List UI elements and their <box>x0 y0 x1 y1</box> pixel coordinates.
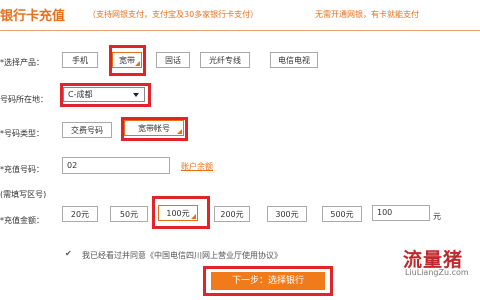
region-select-value: C-成都 <box>68 90 93 99</box>
region-label: 号码所在地： <box>0 95 48 104</box>
chevron-down-icon <box>133 93 139 97</box>
recharge-number-value: 02 <box>67 161 78 170</box>
amount-option-20[interactable]: 20元 <box>62 206 98 222</box>
product-option-mobile[interactable]: 手机 <box>62 52 98 68</box>
selected-corner-icon <box>177 129 182 134</box>
product-option-tv[interactable]: 电信电视 <box>270 52 318 68</box>
page-subtitle: （支持网银支付，支付宝及30多家银行卡支付） <box>88 10 259 19</box>
watermark-url: LiuLiangZu.com <box>405 268 469 277</box>
number-type-option-broadband-account-label: 宽带帐号 <box>138 124 170 133</box>
amount-unit: 元 <box>433 212 441 221</box>
selected-corner-icon <box>191 214 196 219</box>
amount-label: *充值金额： <box>0 216 44 225</box>
number-type-option-payment[interactable]: 交费号码 <box>62 122 112 138</box>
amount-option-100-label: 100元 <box>166 209 190 218</box>
amount-option-500[interactable]: 500元 <box>322 206 362 222</box>
header-note: 无需开通网银，有卡就能支付 <box>315 10 419 19</box>
product-option-fiber[interactable]: 光纤专线 <box>200 52 250 68</box>
recharge-number-label: *充值号码： <box>0 165 44 174</box>
account-balance-link[interactable]: 账户余额 <box>181 161 213 172</box>
selected-corner-icon <box>135 61 140 66</box>
number-type-label: *号码类型： <box>0 129 44 138</box>
agreement-checkbox[interactable]: ✔ <box>65 250 73 258</box>
product-option-broadband[interactable]: 宽带 <box>112 52 142 68</box>
product-option-landline[interactable]: 固话 <box>156 52 190 68</box>
amount-option-200[interactable]: 200元 <box>214 206 250 222</box>
amount-custom-value: 100 <box>377 208 393 217</box>
page-header: 银行卡充值 （支持网银支付，支付宝及30多家银行卡支付） 无需开通网银，有卡就能… <box>0 0 480 31</box>
region-select[interactable]: C-成都 <box>63 87 145 102</box>
number-type-option-broadband-account[interactable]: 宽带帐号 <box>124 120 184 136</box>
page-title: 银行卡充值 <box>0 9 66 24</box>
product-label: *选择产品： <box>0 58 44 67</box>
recharge-number-input[interactable]: 02 <box>62 157 170 174</box>
amount-option-300[interactable]: 300元 <box>267 206 307 222</box>
product-option-broadband-label: 宽带 <box>119 56 135 65</box>
next-select-bank-button[interactable]: 下一步：选择银行 <box>211 272 325 290</box>
amount-option-50[interactable]: 50元 <box>110 206 148 222</box>
amount-option-100[interactable]: 100元 <box>158 205 198 221</box>
amount-custom-input[interactable]: 100 <box>372 205 430 221</box>
agreement-text: 我已经看过并同意《中国电信四川网上营业厅使用协议》 <box>82 251 282 260</box>
area-code-note: (需填写区号) <box>0 190 47 199</box>
